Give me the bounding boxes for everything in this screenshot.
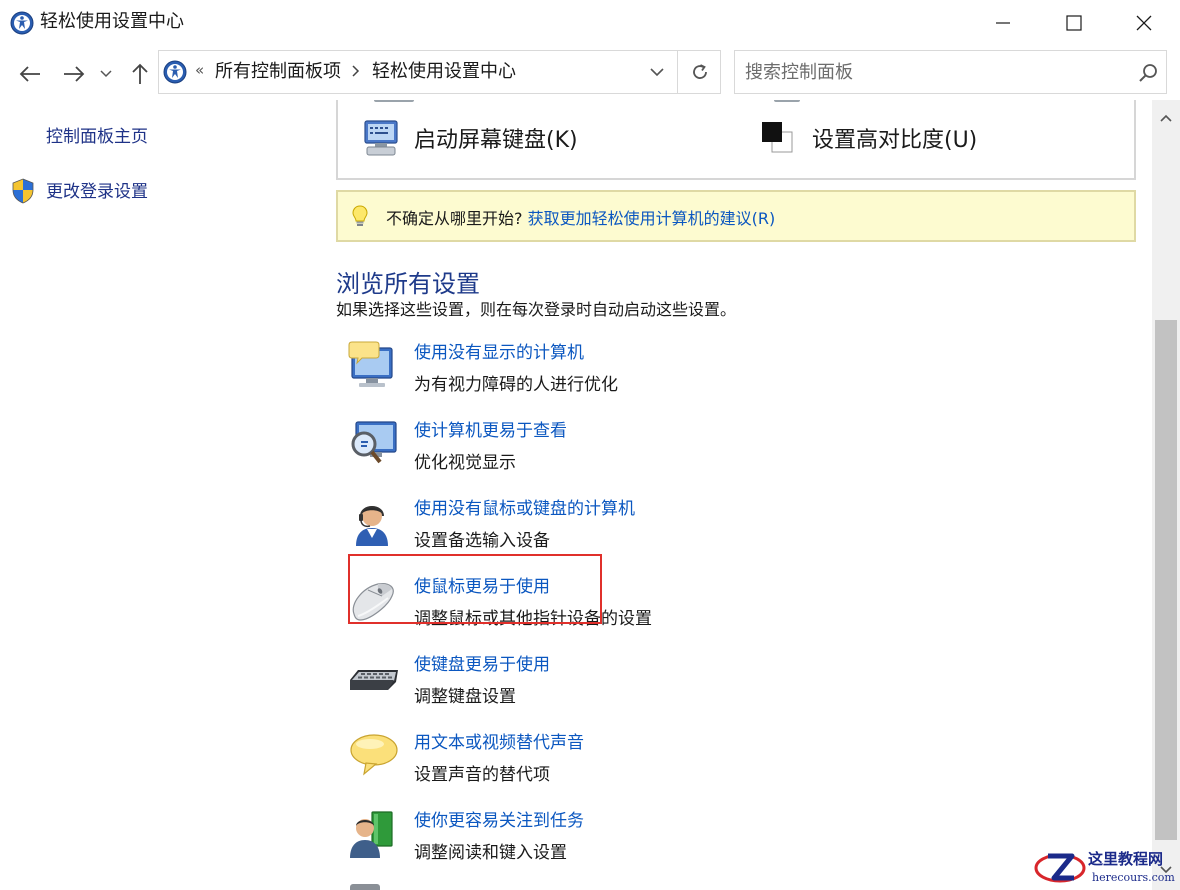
ease-of-access-icon xyxy=(10,11,34,35)
address-dropdown-button[interactable] xyxy=(637,51,677,93)
up-button[interactable] xyxy=(126,60,154,88)
watermark-name: 这里教程网 xyxy=(1088,850,1164,868)
onscreen-keyboard-icon xyxy=(364,120,398,156)
back-button[interactable] xyxy=(16,60,44,88)
breadcrumb-all-items[interactable]: 所有控制面板项 xyxy=(215,61,341,83)
close-button[interactable] xyxy=(1109,0,1179,46)
quick-access-panel: 启动屏幕键盘(K) 设置高对比度(U) xyxy=(336,100,1136,180)
main-content: 启动屏幕键盘(K) 设置高对比度(U) 不确定从哪里开始? 获取更加轻松使用计算… xyxy=(320,100,1150,890)
arrow-up-icon xyxy=(132,63,148,84)
item-title[interactable]: 使你更容易关注到任务 xyxy=(414,810,584,832)
navigation-bar: « 所有控制面板项 轻松使用设置中心 xyxy=(0,46,1180,100)
tip-link[interactable]: 获取更加轻松使用计算机的建议(R) xyxy=(528,209,776,228)
list-item[interactable]: 使用没有显示的计算机 为有视力障碍的人进行优化 xyxy=(348,340,948,406)
forward-button[interactable] xyxy=(60,60,88,88)
watermark-url: herecours.com xyxy=(1092,871,1175,884)
item-desc: 为有视力障碍的人进行优化 xyxy=(414,375,618,395)
highlight-box xyxy=(348,554,602,624)
maximize-icon xyxy=(1066,15,1082,31)
quick-access-hidden-icon xyxy=(374,100,414,102)
minimize-button[interactable] xyxy=(968,0,1038,46)
address-bar[interactable]: « 所有控制面板项 轻松使用设置中心 xyxy=(158,50,721,94)
keyboard-icon xyxy=(350,670,398,690)
start-onscreen-keyboard-button[interactable]: 启动屏幕键盘(K) xyxy=(360,118,578,158)
tip-text: 不确定从哪里开始? 获取更加轻松使用计算机的建议(R) xyxy=(386,205,775,229)
vertical-scrollbar[interactable] xyxy=(1152,100,1180,890)
refresh-button[interactable] xyxy=(677,51,721,93)
title-bar: 轻松使用设置中心 xyxy=(0,0,1180,46)
list-item[interactable]: 使你更容易关注到任务 调整阅读和键入设置 xyxy=(348,808,948,874)
monitor-speech-icon xyxy=(348,341,393,387)
sidebar: 控制面板主页 更改登录设置 xyxy=(0,100,320,890)
chevron-down-icon xyxy=(100,70,112,78)
chevron-right-icon[interactable] xyxy=(351,63,361,79)
list-item[interactable]: 使键盘更易于使用 调整键盘设置 xyxy=(348,652,948,718)
watermark-logo-icon xyxy=(1034,853,1086,883)
search-input[interactable] xyxy=(745,60,1125,84)
arrow-left-icon xyxy=(19,66,40,82)
minimize-icon xyxy=(996,22,1010,24)
search-box[interactable] xyxy=(734,50,1167,94)
watermark: 这里教程网 herecours.com xyxy=(1030,846,1180,890)
high-contrast-icon xyxy=(762,122,793,153)
set-high-contrast-button[interactable]: 设置高对比度(U) xyxy=(758,118,977,158)
control-panel-icon xyxy=(163,60,187,84)
maximize-button[interactable] xyxy=(1039,0,1109,46)
item-title[interactable]: 用文本或视频替代声音 xyxy=(414,732,584,754)
speech-bubble-icon xyxy=(350,734,398,776)
section-subtitle: 如果选择这些设置，则在每次登录时自动启动这些设置。 xyxy=(336,300,737,319)
list-item[interactable]: 用文本或视频替代声音 设置声音的替代项 xyxy=(348,730,948,796)
list-item[interactable]: 使计算机更易于查看 优化视觉显示 xyxy=(348,418,948,484)
scroll-up-button[interactable] xyxy=(1152,106,1180,130)
arrow-right-icon xyxy=(64,66,85,82)
refresh-icon xyxy=(692,64,707,79)
breadcrumb-overflow[interactable]: « xyxy=(195,61,204,79)
section-title: 浏览所有设置 xyxy=(336,270,480,298)
headset-user-icon xyxy=(356,506,388,546)
scroll-thumb[interactable] xyxy=(1155,320,1177,840)
item-desc: 优化视觉显示 xyxy=(414,453,516,473)
sidebar-link-control-panel-home[interactable]: 控制面板主页 xyxy=(46,126,148,148)
magnifier-monitor-icon xyxy=(351,421,397,464)
item-title[interactable]: 使用没有显示的计算机 xyxy=(414,342,584,364)
item-desc: 调整阅读和键入设置 xyxy=(414,843,567,863)
item-title[interactable]: 使键盘更易于使用 xyxy=(414,654,550,676)
start-onscreen-keyboard-label: 启动屏幕键盘(K) xyxy=(414,128,578,153)
search-icon[interactable] xyxy=(1138,63,1158,83)
window-title: 轻松使用设置中心 xyxy=(40,11,184,32)
recent-locations-button[interactable] xyxy=(96,60,116,88)
lightbulb-icon xyxy=(352,205,368,226)
uac-shield-icon xyxy=(12,178,34,204)
item-desc: 设置备选输入设备 xyxy=(414,531,550,551)
quick-access-hidden-icon xyxy=(774,100,800,102)
sidebar-link-change-signin[interactable]: 更改登录设置 xyxy=(46,181,148,203)
item-title[interactable]: 使计算机更易于查看 xyxy=(414,420,567,442)
chevron-up-icon xyxy=(1160,114,1172,122)
item-title[interactable]: 使用没有鼠标或键盘的计算机 xyxy=(414,498,635,520)
list-item[interactable]: 使用没有鼠标或键盘的计算机 设置备选输入设备 xyxy=(348,496,948,562)
tip-prefix: 不确定从哪里开始? xyxy=(386,209,523,228)
item-desc: 设置声音的替代项 xyxy=(414,765,550,785)
close-icon xyxy=(1136,15,1152,31)
next-item-icon-peek xyxy=(350,884,380,890)
chevron-down-icon xyxy=(650,67,664,76)
set-high-contrast-label: 设置高对比度(U) xyxy=(812,128,978,153)
tip-banner: 不确定从哪里开始? 获取更加轻松使用计算机的建议(R) xyxy=(336,190,1136,242)
user-book-icon xyxy=(350,811,393,858)
breadcrumb-ease-of-access[interactable]: 轻松使用设置中心 xyxy=(372,61,516,83)
item-desc: 调整键盘设置 xyxy=(414,687,516,707)
